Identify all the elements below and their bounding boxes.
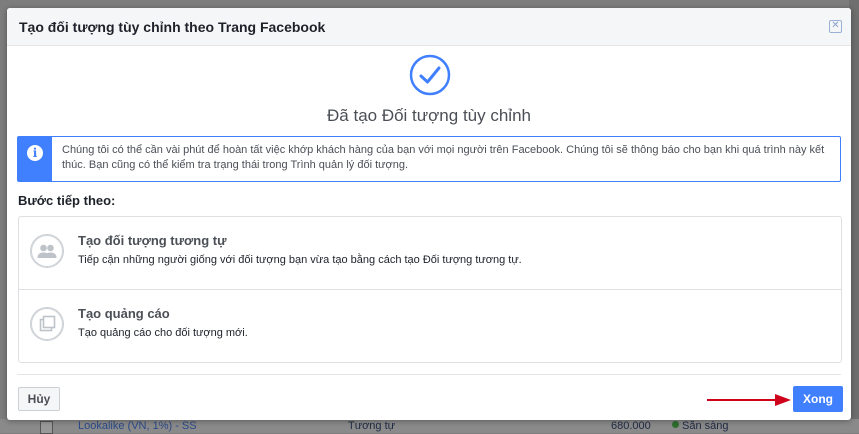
next-steps-label: Bước tiếp theo: — [18, 193, 116, 208]
info-icon: i — [27, 145, 43, 161]
background-audience-type: Tương tự — [348, 420, 396, 432]
info-icon-container: i — [18, 137, 52, 181]
status-dot-icon — [672, 421, 679, 428]
create-audience-dialog: Tạo đối tượng tùy chỉnh theo Trang Faceb… — [7, 8, 851, 420]
option-description: Tiếp cận những người giống với đối tượng… — [78, 254, 522, 266]
background-audience-name: Lookalike (VN, 1%) - SS — [78, 420, 197, 432]
people-icon — [30, 234, 64, 268]
option-create-ad[interactable]: Tạo quảng cáo Tạo quảng cáo cho đối tượn… — [19, 289, 841, 362]
option-title: Tạo đối tượng tương tự — [78, 233, 227, 248]
background-row-checkbox — [40, 421, 53, 434]
dialog-header: Tạo đối tượng tùy chỉnh theo Trang Faceb… — [7, 8, 851, 46]
background-audience-size: 680.000 — [611, 420, 651, 432]
ad-icon — [30, 307, 64, 341]
check-circle-icon — [409, 54, 451, 96]
cancel-button[interactable]: Hủy — [18, 387, 60, 411]
option-title: Tạo quảng cáo — [78, 306, 170, 321]
close-icon[interactable]: ✕ — [829, 20, 842, 33]
background-status-text: Sẵn sàng — [682, 420, 729, 432]
info-text: Chúng tôi có thể cần vài phút để hoàn tấ… — [62, 144, 825, 171]
done-button[interactable]: Xong — [793, 386, 843, 412]
option-description: Tạo quảng cáo cho đối tượng mới. — [78, 327, 248, 339]
success-title: Đã tạo Đối tượng tùy chỉnh — [327, 106, 531, 125]
dialog-title: Tạo đối tượng tùy chỉnh theo Trang Faceb… — [19, 19, 326, 35]
option-create-lookalike[interactable]: Tạo đối tượng tương tự Tiếp cận những ng… — [19, 217, 841, 289]
info-banner: i Chúng tôi có thể cần vài phút để hoàn … — [17, 136, 841, 182]
annotation-arrow-icon — [707, 394, 791, 406]
footer-divider — [17, 374, 841, 375]
background-audience-status: Sẵn sàng — [672, 420, 728, 432]
next-steps-list: Tạo đối tượng tương tự Tiếp cận những ng… — [18, 216, 842, 363]
